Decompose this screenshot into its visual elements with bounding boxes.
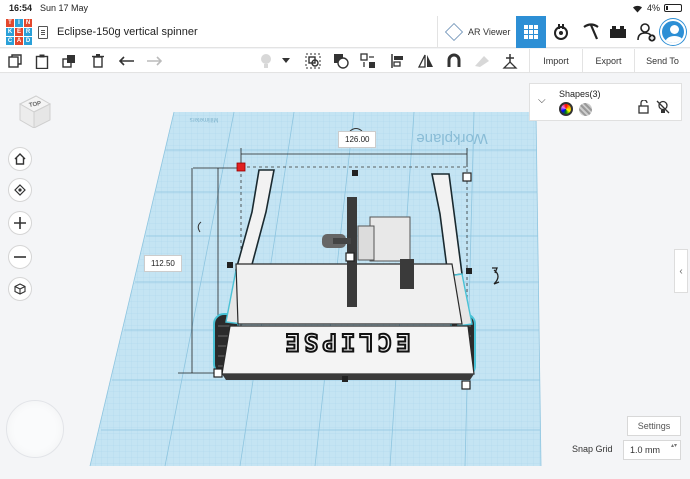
mirror-icon bbox=[418, 54, 433, 68]
multicolor-swatch[interactable] bbox=[559, 102, 573, 116]
hole-swatch[interactable] bbox=[579, 103, 592, 116]
magnet-icon bbox=[447, 53, 461, 67]
lock-icon[interactable] bbox=[638, 100, 650, 114]
fit-view-icon bbox=[14, 184, 26, 196]
logo-letter: A bbox=[15, 37, 23, 45]
design-title[interactable]: Eclipse-150g vertical spinner bbox=[57, 26, 198, 38]
caret-down-icon bbox=[282, 58, 290, 63]
edit-toolbar: Import Export Send To bbox=[0, 49, 690, 73]
fit-view-button[interactable] bbox=[8, 178, 32, 202]
logo-letter: I bbox=[15, 19, 23, 27]
3d-design-view-button[interactable] bbox=[516, 16, 546, 48]
ar-viewer-button[interactable]: AR Viewer bbox=[437, 16, 513, 48]
group-button[interactable] bbox=[303, 52, 323, 70]
3d-workspace[interactable]: ECLIPSE Workplane Millimeters 126.00 112… bbox=[0, 74, 690, 479]
snap-grid-label: Snap Grid bbox=[572, 444, 613, 454]
duplicate-icon bbox=[62, 55, 75, 68]
copy-button[interactable] bbox=[5, 52, 25, 70]
chevron-left-icon: ‹ bbox=[679, 265, 683, 277]
lightbulb-icon bbox=[261, 54, 271, 68]
depth-dimension-field[interactable]: 112.50 bbox=[144, 255, 182, 272]
logo-letter: N bbox=[24, 19, 32, 27]
ar-viewer-label: AR Viewer bbox=[468, 27, 511, 37]
add-user-icon bbox=[637, 23, 656, 42]
ar-cube-icon bbox=[444, 22, 464, 42]
ruler-icon bbox=[475, 56, 489, 67]
paste-button[interactable] bbox=[32, 52, 52, 70]
copy-icon bbox=[8, 54, 22, 68]
shape-inspector-panel: ⌵ Shapes(3) bbox=[529, 83, 682, 121]
zoom-in-button[interactable] bbox=[8, 211, 32, 235]
width-dimension-field[interactable]: 126.00 bbox=[338, 131, 377, 148]
brick-icon bbox=[610, 26, 626, 38]
bricks-button[interactable] bbox=[603, 16, 633, 48]
cruise-button[interactable] bbox=[444, 52, 464, 70]
tinkercad-logo[interactable]: T I N K E R C A D bbox=[6, 19, 32, 45]
workplane-units: Millimeters bbox=[190, 116, 219, 122]
battery-icon bbox=[664, 4, 682, 12]
perspective-toggle-button[interactable] bbox=[8, 277, 32, 301]
logo-letter: T bbox=[6, 19, 14, 27]
undo-icon bbox=[119, 56, 134, 66]
align-button[interactable] bbox=[388, 52, 408, 70]
logo-letter: E bbox=[15, 28, 23, 36]
ungroup-button[interactable] bbox=[331, 52, 351, 70]
redo-button[interactable] bbox=[144, 52, 164, 70]
status-date: Sun 17 May bbox=[40, 3, 89, 13]
hide-bulb-icon[interactable] bbox=[656, 100, 670, 114]
trash-icon bbox=[92, 54, 104, 68]
zoom-out-button[interactable] bbox=[8, 245, 32, 269]
shapes-count-title: Shapes(3) bbox=[559, 89, 601, 99]
orbit-joystick[interactable] bbox=[6, 400, 64, 458]
grid-icon bbox=[524, 25, 538, 39]
status-time: 16:54 bbox=[9, 3, 33, 13]
view-cube[interactable]: TOP bbox=[18, 92, 52, 128]
cube-icon bbox=[14, 283, 26, 295]
measure-icon bbox=[502, 54, 518, 69]
logo-letter: D bbox=[24, 37, 32, 45]
home-icon bbox=[14, 153, 26, 165]
collapse-chevron-icon[interactable]: ⌵ bbox=[538, 95, 546, 106]
ungroup-icon bbox=[334, 54, 349, 69]
minus-icon bbox=[14, 256, 26, 258]
add-user-button[interactable] bbox=[632, 16, 662, 48]
home-view-button[interactable] bbox=[8, 147, 32, 171]
settings-button[interactable]: Settings bbox=[627, 416, 681, 436]
delete-button[interactable] bbox=[88, 52, 108, 70]
import-button[interactable]: Import bbox=[529, 49, 582, 73]
align-icon bbox=[391, 54, 403, 68]
duplicate-button[interactable] bbox=[59, 52, 79, 70]
plus-icon bbox=[14, 217, 26, 229]
logo-letter: K bbox=[6, 28, 14, 36]
snap-grid-select[interactable]: 1.0 mm bbox=[623, 440, 681, 460]
codeblocks-button[interactable] bbox=[546, 16, 576, 48]
clipboard-icon bbox=[35, 54, 49, 69]
status-bar: 16:54 Sun 17 May 4% bbox=[0, 0, 690, 16]
robot-hand-icon bbox=[554, 24, 568, 40]
logo-letter: C bbox=[6, 37, 14, 45]
logo-letter: R bbox=[24, 28, 32, 36]
ruler-button[interactable] bbox=[500, 52, 520, 70]
workplane-label: Workplane bbox=[416, 130, 487, 147]
document-icon[interactable] bbox=[38, 26, 48, 39]
avatar[interactable] bbox=[660, 19, 686, 45]
simulation-button[interactable] bbox=[576, 16, 606, 48]
light-dropdown[interactable] bbox=[280, 52, 292, 70]
workplane-tool-button[interactable] bbox=[358, 52, 378, 70]
wifi-icon bbox=[632, 5, 642, 12]
export-button[interactable]: Export bbox=[582, 49, 634, 73]
send-to-button[interactable]: Send To bbox=[634, 49, 690, 73]
app-header: T I N K E R C A D Eclipse-150g vertical … bbox=[0, 16, 690, 48]
model-engraving-text: ECLIPSE bbox=[281, 328, 410, 356]
undo-button[interactable] bbox=[117, 52, 137, 70]
panel-collapse-tab[interactable]: ‹ bbox=[674, 249, 688, 293]
mirror-button[interactable] bbox=[416, 52, 436, 70]
workplane-icon bbox=[360, 53, 375, 68]
notes-button[interactable] bbox=[472, 52, 492, 70]
battery-percent: 4% bbox=[646, 3, 660, 13]
pickaxe-icon bbox=[583, 23, 599, 40]
redo-icon bbox=[147, 56, 162, 66]
light-button[interactable] bbox=[256, 52, 276, 70]
group-icon bbox=[305, 53, 321, 69]
